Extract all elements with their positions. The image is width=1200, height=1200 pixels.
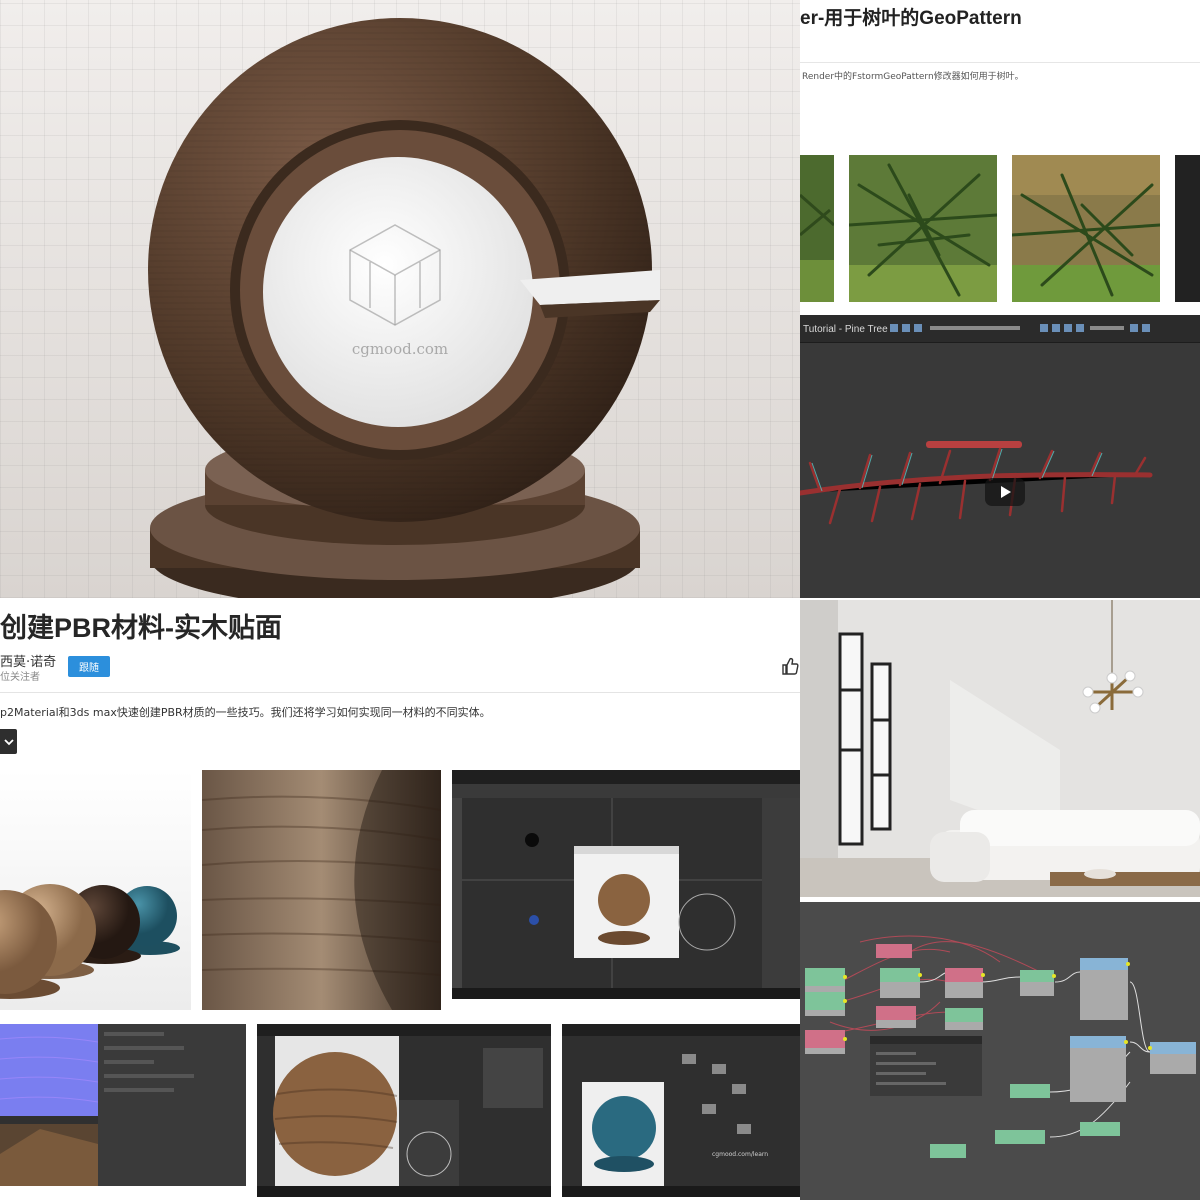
gallery-image-3dsmax-viewport[interactable] xyxy=(257,1024,551,1197)
normal-map-screenshot xyxy=(0,1024,246,1186)
chevron-down-icon xyxy=(3,738,14,745)
hero-image-wood-sphere[interactable]: cgmood.com xyxy=(0,0,800,598)
pine-image xyxy=(849,155,997,302)
expand-button[interactable] xyxy=(0,729,17,754)
pine-image xyxy=(1012,155,1160,302)
play-icon xyxy=(1001,486,1011,498)
divider xyxy=(0,692,800,693)
article-title-pbr[interactable]: 创建PBR材料-实木贴面 xyxy=(0,606,282,645)
svg-text:cgmood.com/learn: cgmood.com/learn xyxy=(712,1151,768,1158)
follow-button[interactable]: 跟随 xyxy=(68,656,110,677)
3dsmax-screenshot xyxy=(257,1024,551,1197)
video-title: Tutorial - Pine Tree xyxy=(803,324,888,335)
toolbar-icons xyxy=(890,324,1150,332)
watermark-text: cgmood.com xyxy=(351,340,449,358)
pine-image xyxy=(800,155,834,302)
tree-thumbnail-1[interactable] xyxy=(800,155,834,302)
gallery-image-3dsmax-material-editor[interactable] xyxy=(452,770,800,999)
divider xyxy=(800,62,1200,63)
gallery-image-normal-map[interactable] xyxy=(0,1024,246,1186)
material-node-graph xyxy=(805,935,1196,1158)
like-icon[interactable] xyxy=(780,656,800,676)
gallery-image-3dsmax-blue-sphere[interactable]: cgmood.com/learn xyxy=(562,1024,800,1197)
living-room-render xyxy=(800,600,1200,897)
3dsmax-screenshot xyxy=(452,770,800,999)
follower-count: 位关注者 xyxy=(0,672,40,683)
tree-thumbnail-3[interactable] xyxy=(1012,155,1160,302)
article-description-pbr: p2Material和3ds max快速创建PBR材质的一些技巧。我们还将学习如… xyxy=(0,706,491,719)
3dsmax-screenshot: cgmood.com/learn xyxy=(562,1024,800,1197)
wood-sphere-render xyxy=(148,18,660,598)
tree-thumbnail-2[interactable] xyxy=(849,155,997,302)
interior-render-image[interactable] xyxy=(800,600,1200,897)
gallery-image-material-spheres[interactable] xyxy=(0,770,191,1010)
tutorial-video-player[interactable]: Tutorial - Pine Tree xyxy=(800,315,1200,598)
gallery-image-wood-closeup[interactable] xyxy=(202,770,441,1010)
wood-closeup-render xyxy=(202,770,441,1010)
node-editor-screenshot[interactable] xyxy=(800,902,1200,1200)
article-description-geopattern: Render中的FstormGeoPattern修改器如何用于树叶。 xyxy=(802,72,1024,82)
tree-thumbnail-4[interactable] xyxy=(1175,155,1200,302)
viewport-pine-branch xyxy=(800,441,1153,525)
play-button[interactable] xyxy=(985,478,1025,506)
article-title-geopattern[interactable]: er-用于树叶的GeoPattern xyxy=(800,3,1200,30)
material-spheres-render xyxy=(0,884,180,999)
